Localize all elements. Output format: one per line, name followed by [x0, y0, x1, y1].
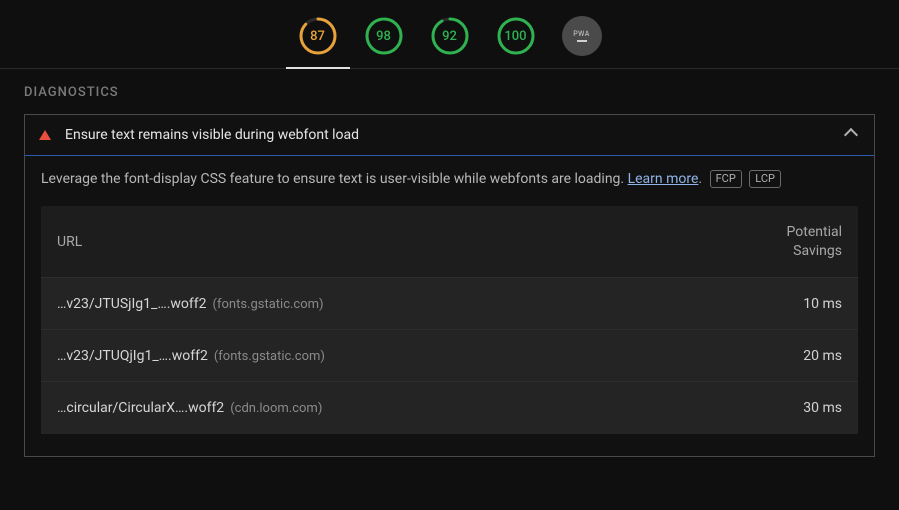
col-savings-header: Potential Savings	[742, 223, 842, 259]
table-row: …circular/CircularX….woff2 (cdn.loom.com…	[41, 382, 858, 434]
active-tab-underline	[286, 67, 350, 69]
col-url-header: URL	[57, 234, 742, 250]
pwa-label: PWA	[573, 30, 590, 38]
cell-url: …circular/CircularX….woff2 (cdn.loom.com…	[57, 400, 742, 416]
url-path: …v23/JTUSjIg1_….woff2	[57, 296, 207, 312]
cell-savings: 30 ms	[742, 400, 842, 416]
url-host: (fonts.gstatic.com)	[214, 349, 325, 364]
score-value: 87	[310, 29, 325, 44]
section-title: DIAGNOSTICS	[24, 85, 875, 100]
score-gauge-0[interactable]: 87	[298, 16, 338, 56]
score-gauge-2[interactable]: 92	[430, 16, 470, 56]
pwa-indicator	[577, 40, 587, 42]
metric-tag-lcp: LCP	[749, 170, 781, 188]
cell-url: …v23/JTUQjIg1_….woff2 (fonts.gstatic.com…	[57, 348, 742, 364]
metric-tag-fcp: FCP	[710, 170, 742, 188]
audit-header[interactable]: Ensure text remains visible during webfo…	[25, 115, 874, 156]
desc-post: .	[698, 171, 702, 187]
audit-title: Ensure text remains visible during webfo…	[65, 127, 846, 143]
url-host: (cdn.loom.com)	[230, 401, 322, 416]
score-tabs: 87 98 92 100 PWA	[0, 0, 899, 69]
score-value: 98	[376, 29, 391, 44]
cell-savings: 20 ms	[742, 348, 842, 364]
table-header: URL Potential Savings	[41, 206, 858, 278]
chevron-up-icon	[844, 128, 858, 142]
cell-url: …v23/JTUSjIg1_….woff2 (fonts.gstatic.com…	[57, 296, 742, 312]
pwa-badge[interactable]: PWA	[562, 16, 602, 56]
warning-triangle-icon	[39, 130, 51, 140]
score-gauge-1[interactable]: 98	[364, 16, 404, 56]
table-row: …v23/JTUQjIg1_….woff2 (fonts.gstatic.com…	[41, 330, 858, 382]
url-host: (fonts.gstatic.com)	[213, 297, 324, 312]
score-gauge-3[interactable]: 100	[496, 16, 536, 56]
learn-more-link[interactable]: Learn more	[628, 171, 699, 187]
desc-text: Leverage the font-display CSS feature to…	[41, 171, 628, 187]
table-row: …v23/JTUSjIg1_….woff2 (fonts.gstatic.com…	[41, 278, 858, 330]
score-value: 100	[504, 29, 526, 44]
url-path: …v23/JTUQjIg1_….woff2	[57, 348, 208, 364]
score-value: 92	[442, 29, 457, 44]
savings-table: URL Potential Savings …v23/JTUSjIg1_….wo…	[41, 206, 858, 434]
cell-savings: 10 ms	[742, 296, 842, 312]
audit-body: Leverage the font-display CSS feature to…	[25, 156, 874, 456]
diagnostics-section: DIAGNOSTICS Ensure text remains visible …	[0, 69, 899, 457]
audit-description: Leverage the font-display CSS feature to…	[41, 170, 858, 188]
url-path: …circular/CircularX….woff2	[57, 400, 224, 416]
audit-panel: Ensure text remains visible during webfo…	[24, 114, 875, 457]
